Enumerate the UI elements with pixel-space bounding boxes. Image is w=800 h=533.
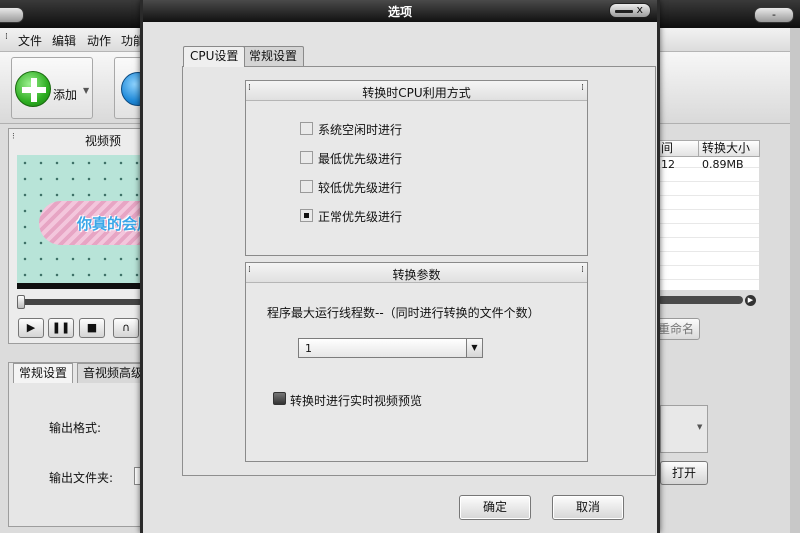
option-label: 系统空闲时进行	[318, 123, 403, 137]
checkbox-lowest[interactable]	[300, 151, 313, 164]
menu-file[interactable]: 文件	[18, 32, 42, 49]
max-threads-value: 1	[305, 342, 312, 355]
file-list: 间 转换大小 12 0.89MB	[657, 140, 760, 290]
cpu-usage-group: ⁞ 转换时CPU利用方式 ⁞ 系统空闲时进行 最低优先级进行 较低优先级进行 正…	[245, 80, 588, 256]
ok-button[interactable]: 确定	[459, 495, 531, 520]
play-button[interactable]: ▶	[18, 318, 44, 338]
column-header-time[interactable]: 间	[657, 140, 699, 157]
cell-size: 0.89MB	[702, 158, 744, 171]
checkbox-idle[interactable]	[300, 122, 313, 135]
add-button-label: 添加	[53, 88, 78, 102]
options-dialog: 选项 x CPU设置 常规设置 ⁞ 转换时CPU利用方式 ⁞ 系统空闲时进行 最…	[140, 0, 660, 533]
seek-thumb[interactable]	[17, 295, 25, 309]
menu-edit[interactable]: 编辑	[52, 32, 76, 49]
dialog-close-button[interactable]: x	[609, 3, 651, 18]
output-format-label: 输出格式:	[49, 421, 102, 435]
tab-general-settings[interactable]: 常规设置	[242, 46, 305, 66]
chevron-down-icon[interactable]: ▼	[697, 423, 702, 431]
tab-cpu-settings[interactable]: CPU设置	[183, 46, 246, 67]
menu-action[interactable]: 动作	[87, 32, 111, 49]
cpu-group-title: 转换时CPU利用方式	[362, 86, 471, 100]
horizontal-scrollbar[interactable]	[657, 296, 743, 304]
grip-icon: ⁞	[581, 265, 584, 275]
seek-bar[interactable]	[19, 299, 149, 305]
checkbox-low[interactable]	[300, 180, 313, 193]
minimize-button[interactable]: -	[754, 7, 794, 23]
grip-icon: ⁞	[581, 83, 584, 93]
group-header: ⁞ 转换参数 ⁞	[246, 263, 587, 283]
group-header: ⁞ 转换时CPU利用方式 ⁞	[246, 81, 587, 101]
preview-title: 视频预	[84, 134, 121, 148]
preview-frame: 你真的会用吗	[17, 155, 149, 283]
option-label: 正常优先级进行	[318, 210, 403, 224]
titlebar-left-button[interactable]	[0, 7, 24, 23]
scroll-right-icon[interactable]: ▶	[745, 295, 756, 306]
realtime-preview-checkbox[interactable]	[273, 392, 286, 405]
tab-av-advanced[interactable]: 音视频高级	[77, 363, 147, 383]
realtime-preview-label: 转换时进行实时视频预览	[290, 394, 423, 408]
checkbox-normal[interactable]	[300, 209, 313, 222]
option-label: 最低优先级进行	[318, 152, 403, 166]
max-threads-select[interactable]: 1 ▼	[298, 338, 483, 358]
option-label: 较低优先级进行	[318, 181, 403, 195]
minimize-icon: -	[772, 8, 776, 21]
pause-button[interactable]: ❚❚	[48, 318, 74, 338]
headphones-icon: ∩	[121, 321, 131, 334]
plus-icon	[15, 71, 51, 107]
pause-icon: ❚❚	[51, 321, 71, 334]
chevron-down-icon[interactable]: ▼	[83, 86, 89, 95]
preview-video: 你真的会用吗	[17, 155, 149, 289]
add-button[interactable]: 添加 ▼	[11, 57, 93, 119]
play-icon: ▶	[26, 321, 36, 334]
stop-button[interactable]: ■	[79, 318, 105, 338]
audio-button[interactable]: ∩	[113, 318, 139, 338]
dialog-titlebar[interactable]: 选项 x	[143, 0, 657, 22]
conversion-params-group: ⁞ 转换参数 ⁞	[245, 262, 588, 462]
open-folder-button[interactable]: 打开	[660, 461, 708, 485]
preview-caption: 你真的会用吗	[77, 215, 149, 233]
stop-icon: ■	[86, 321, 98, 334]
preview-panel: ⁝ 视频预 你真的会用吗 ▶ ❚❚ ■ ∩	[8, 128, 149, 344]
output-folder-label: 输出文件夹:	[49, 471, 114, 485]
minimize-icon	[615, 10, 633, 13]
chevron-down-icon[interactable]: ▼	[466, 339, 482, 357]
column-header-size[interactable]: 转换大小	[698, 140, 760, 157]
cell-time: 12	[661, 158, 675, 171]
menubar-grip: ⁞	[5, 32, 8, 42]
dialog-title: 选项	[387, 5, 412, 19]
tab-general-settings[interactable]: 常规设置	[13, 363, 74, 383]
max-threads-label: 程序最大运行线程数--（同时进行转换的文件个数）	[267, 306, 540, 320]
settings-panel: 常规设置 音视频高级 输出格式: 输出文件夹:	[8, 362, 148, 527]
close-icon: x	[636, 3, 643, 16]
cancel-button[interactable]: 取消	[552, 495, 624, 520]
window-edge	[790, 28, 800, 533]
params-group-title: 转换参数	[392, 268, 441, 282]
